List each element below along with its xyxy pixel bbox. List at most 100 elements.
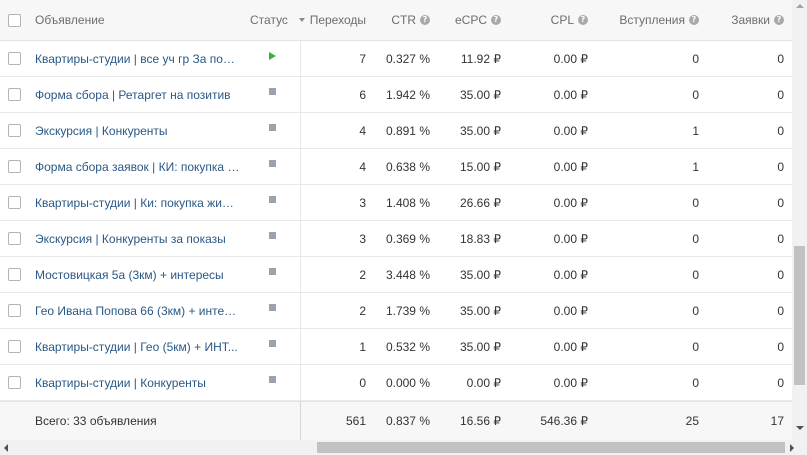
cpl-cell: 0.00 ₽: [553, 267, 588, 282]
row-checkbox[interactable]: [7, 124, 21, 137]
ad-name-link[interactable]: Квартиры-студии | все уч гр За пока...: [35, 52, 240, 66]
column-header-ad[interactable]: Объявление: [35, 0, 245, 40]
ecpc-cell: 15.00 ₽: [460, 159, 501, 174]
table-row: Экскурсия | Конкуренты 4 0.891 % 35.00 ₽…: [0, 113, 792, 149]
stop-square-icon[interactable]: [268, 340, 276, 347]
select-all-checkbox[interactable]: [7, 13, 21, 27]
column-header-ctr-label: CTR: [391, 13, 416, 27]
stop-square-icon[interactable]: [268, 268, 276, 275]
column-header-cpl[interactable]: CPL ?: [508, 0, 588, 40]
ecpc-cell: 35.00 ₽: [460, 303, 501, 318]
joins-cell: 0: [692, 267, 699, 282]
column-header-leads[interactable]: Заявки ?: [705, 0, 784, 40]
cpl-cell: 0.00 ₽: [553, 123, 588, 138]
clicks-cell: 3: [359, 231, 366, 246]
column-header-status[interactable]: Статус: [250, 0, 290, 40]
help-icon[interactable]: ?: [774, 15, 784, 25]
ecpc-cell: 35.00 ₽: [460, 87, 501, 102]
vertical-scroll-thumb[interactable]: [794, 246, 805, 385]
stop-square-icon[interactable]: [268, 160, 276, 167]
ad-name-link[interactable]: Экскурсия | Конкуренты за показы: [35, 232, 226, 246]
ad-name-link[interactable]: Мостовицкая 5а (3км) + интересы: [35, 268, 224, 282]
stop-square-icon[interactable]: [268, 304, 276, 311]
play-icon[interactable]: [268, 51, 276, 60]
stop-square-icon[interactable]: [268, 232, 276, 239]
cpl-cell: 0.00 ₽: [553, 195, 588, 210]
table-row: Форма сбора | Ретаргет на позитив 6 1.94…: [0, 77, 792, 113]
stop-square-icon[interactable]: [268, 196, 276, 203]
column-header-ecpc[interactable]: eCPC ?: [436, 0, 501, 40]
ctr-cell: 3.448 %: [385, 267, 430, 282]
stop-square-icon[interactable]: [268, 376, 276, 383]
ad-name-link[interactable]: Квартиры-студии | Ки: покупка жиль...: [35, 196, 240, 210]
horizontal-scrollbar[interactable]: [0, 440, 807, 455]
total-cpl: 546.36 ₽: [540, 414, 588, 428]
status-cell: [250, 185, 294, 220]
ctr-cell: 1.739 %: [385, 303, 430, 318]
column-header-clicks[interactable]: Переходы: [298, 0, 366, 40]
total-ecpc: 16.56 ₽: [460, 414, 501, 428]
row-checkbox[interactable]: [7, 196, 21, 209]
help-icon[interactable]: ?: [491, 15, 501, 25]
ad-name-link[interactable]: Гео Ивана Попова 66 (3км) + интерес: [35, 304, 240, 318]
stop-square-icon[interactable]: [268, 124, 276, 131]
status-cell: [250, 257, 294, 292]
ctr-cell: 1.408 %: [385, 195, 430, 210]
scroll-up-arrow-icon[interactable]: [796, 4, 804, 8]
help-icon[interactable]: ?: [420, 15, 430, 25]
joins-cell: 1: [692, 123, 699, 138]
row-checkbox[interactable]: [7, 304, 21, 317]
row-checkbox[interactable]: [7, 52, 21, 65]
vertical-scrollbar[interactable]: [792, 0, 807, 440]
help-icon[interactable]: ?: [578, 15, 588, 25]
row-checkbox-cell[interactable]: [0, 257, 28, 292]
scroll-down-arrow-icon[interactable]: [796, 426, 804, 430]
joins-cell: 0: [692, 87, 699, 102]
leads-cell: 0: [777, 303, 784, 318]
row-checkbox-cell[interactable]: [0, 77, 28, 112]
ad-name-link[interactable]: Экскурсия | Конкуренты: [35, 124, 168, 138]
row-checkbox-cell[interactable]: [0, 185, 28, 220]
row-checkbox[interactable]: [7, 160, 21, 173]
scroll-right-arrow-icon[interactable]: [790, 444, 794, 452]
ad-name-cell: Квартиры-студии | все уч гр За пока...: [35, 41, 245, 76]
table-row: Квартиры-студии | Гео (5км) + ИНТ... 1 0…: [0, 329, 792, 365]
status-cell: [250, 293, 294, 328]
column-header-ctr[interactable]: CTR ?: [370, 0, 430, 40]
help-icon[interactable]: ?: [689, 15, 699, 25]
column-header-cpl-label: CPL: [550, 13, 574, 27]
row-checkbox[interactable]: [7, 88, 21, 101]
scroll-left-arrow-icon[interactable]: [4, 444, 8, 452]
row-checkbox-cell[interactable]: [0, 365, 28, 400]
row-checkbox-cell[interactable]: [0, 293, 28, 328]
stop-square-icon[interactable]: [268, 88, 276, 95]
sort-desc-icon: [298, 18, 305, 22]
ad-name-link[interactable]: Форма сбора | Ретаргет на позитив: [35, 88, 231, 102]
row-checkbox[interactable]: [7, 340, 21, 353]
table-header: Объявление Статус Переходы CTR ? eCPC ? …: [0, 0, 792, 41]
clicks-cell: 3: [359, 195, 366, 210]
column-header-joins[interactable]: Вступления ?: [600, 0, 699, 40]
table-row: Квартиры-студии | Ки: покупка жиль... 3 …: [0, 185, 792, 221]
row-checkbox[interactable]: [7, 268, 21, 281]
row-checkbox[interactable]: [7, 376, 21, 389]
horizontal-scroll-thumb[interactable]: [317, 442, 785, 453]
ad-name-cell: Форма сбора | Ретаргет на позитив: [35, 77, 245, 112]
cpl-cell: 0.00 ₽: [553, 159, 588, 174]
select-all-checkbox-cell[interactable]: [0, 0, 28, 40]
ad-name-cell: Квартиры-студии | Конкуренты: [35, 365, 245, 400]
cpl-cell: 0.00 ₽: [553, 51, 588, 66]
row-checkbox-cell[interactable]: [0, 221, 28, 256]
row-checkbox-cell[interactable]: [0, 149, 28, 184]
row-checkbox[interactable]: [7, 232, 21, 245]
row-checkbox-cell[interactable]: [0, 113, 28, 148]
joins-cell: 0: [692, 51, 699, 66]
ad-name-link[interactable]: Форма сбора заявок | КИ: покупка ж...: [35, 160, 240, 174]
ad-name-link[interactable]: Квартиры-студии | Гео (5км) + ИНТ...: [35, 340, 238, 354]
row-checkbox-cell[interactable]: [0, 41, 28, 76]
joins-cell: 0: [692, 375, 699, 390]
row-checkbox-cell[interactable]: [0, 329, 28, 364]
clicks-cell: 2: [359, 303, 366, 318]
leads-cell: 0: [777, 231, 784, 246]
ad-name-link[interactable]: Квартиры-студии | Конкуренты: [35, 376, 206, 390]
